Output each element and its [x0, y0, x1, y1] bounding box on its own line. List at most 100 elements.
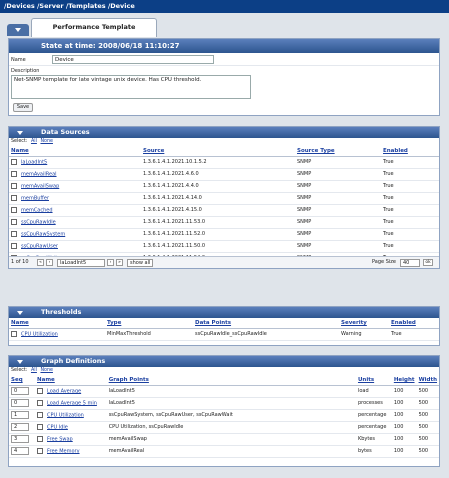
save-button[interactable]: Save: [13, 103, 33, 112]
row-checkbox[interactable]: [11, 330, 17, 337]
datasource-link[interactable]: memBuffer: [21, 195, 49, 201]
table-row[interactable]: ssCpuRawSystem 1.3.6.1.4.1.2021.11.52.0 SN…: [9, 228, 439, 241]
description-textarea[interactable]: Net-SNMP template for late vintage unix …: [11, 75, 251, 99]
col-data-points[interactable]: Data Points: [193, 318, 339, 329]
col-enabled[interactable]: Enabled: [381, 146, 439, 157]
datasource-link[interactable]: memAvailReal: [21, 171, 57, 177]
show-all-button[interactable]: show all: [127, 259, 154, 267]
row-checkbox[interactable]: [11, 170, 17, 177]
row-checkbox[interactable]: [11, 194, 17, 201]
col-severity[interactable]: Severity: [339, 318, 389, 329]
prev-page-button[interactable]: ‹: [46, 259, 53, 266]
select-none-link[interactable]: None: [40, 368, 53, 373]
triangle-down-icon[interactable]: [17, 131, 23, 135]
graphs-header[interactable]: Graph Definitions: [9, 356, 439, 367]
col-width[interactable]: Width: [416, 375, 439, 386]
table-row[interactable]: memBuffer 1.3.6.1.4.1.2021.4.14.0 SNMP True: [9, 192, 439, 205]
row-checkbox[interactable]: [11, 242, 17, 249]
table-row[interactable]: 0 Load Average 5 min laLoadInt5 processes 10…: [9, 397, 439, 410]
triangle-down-icon[interactable]: [17, 311, 23, 315]
table-row[interactable]: memCached 1.3.6.1.4.1.2021.4.15.0 SNMP True: [9, 204, 439, 217]
tab-menu-button[interactable]: [7, 24, 29, 36]
row-checkbox[interactable]: [37, 411, 43, 418]
col-source[interactable]: Source: [141, 146, 295, 157]
col-seq[interactable]: Seq: [9, 375, 35, 386]
page-size-ok-button[interactable]: ok: [423, 259, 433, 266]
first-page-button[interactable]: «: [37, 259, 44, 266]
select-all-link[interactable]: All: [31, 139, 37, 144]
table-row[interactable]: ssCpuRawUser 1.3.6.1.4.1.2021.11.50.0 SNMP…: [9, 240, 439, 253]
pager-count: 1 of 10: [11, 259, 29, 265]
source-cell: 1.3.6.1.4.1.2021.10.1.5.2: [141, 156, 295, 169]
table-row[interactable]: memAvailSwap 1.3.6.1.4.1.2021.4.4.0 SNMP Tr…: [9, 180, 439, 193]
table-row[interactable]: CPU Utilization MinMaxThreshold ssCpuRawId…: [9, 328, 439, 341]
col-graph-points[interactable]: Graph Points: [106, 375, 356, 386]
graph-link[interactable]: Load Average 5 min: [47, 400, 97, 406]
height-cell: 100: [391, 409, 417, 422]
table-row[interactable]: 0 Load Average laLoadInt5 load 100 500: [9, 385, 439, 398]
row-checkbox[interactable]: [11, 182, 17, 189]
sequence-input[interactable]: 3: [11, 435, 29, 443]
table-row[interactable]: 3 Free Swap memAvailSwap Kbytes 100 500: [9, 433, 439, 446]
graph-link[interactable]: CPU Utilization: [47, 412, 84, 418]
col-name[interactable]: Name: [9, 318, 105, 329]
next-page-button[interactable]: ›: [107, 259, 114, 266]
datasource-link[interactable]: memAvailSwap: [21, 183, 59, 189]
height-cell: 100: [391, 445, 417, 458]
source-type-cell: SNMP: [295, 192, 381, 205]
datasource-select[interactable]: laLoadInt5: [57, 259, 105, 267]
datasource-link[interactable]: memCached: [21, 207, 53, 213]
table-row[interactable]: 4 Free Memory memAvailReal bytes 100 500: [9, 445, 439, 458]
height-cell: 100: [391, 433, 417, 446]
row-checkbox[interactable]: [11, 230, 17, 237]
col-enabled[interactable]: Enabled: [389, 318, 439, 329]
row-checkbox[interactable]: [11, 218, 17, 225]
page-size-input[interactable]: 40: [400, 259, 420, 267]
sequence-input[interactable]: 0: [11, 387, 29, 395]
seq-cell: 1: [9, 409, 35, 422]
width-cell: 500: [416, 421, 439, 434]
table-row[interactable]: 2 CPU Idle CPU Utilization, ssCpuRawIdle pe…: [9, 421, 439, 434]
col-units[interactable]: Units: [355, 375, 392, 386]
name-input[interactable]: Device: [52, 55, 214, 64]
row-checkbox[interactable]: [37, 447, 43, 454]
select-none-link[interactable]: None: [40, 139, 53, 144]
col-height[interactable]: Height: [391, 375, 417, 386]
datasources-header[interactable]: Data Sources: [9, 127, 439, 138]
col-name[interactable]: Name: [35, 375, 107, 386]
row-checkbox[interactable]: [37, 423, 43, 430]
datasource-link[interactable]: ssCpuRawUser: [21, 243, 58, 249]
row-checkbox[interactable]: [37, 435, 43, 442]
col-source-type[interactable]: Source Type: [295, 146, 381, 157]
thresholds-table: Name Type Data Points Severity Enabled C…: [9, 318, 439, 341]
col-name[interactable]: Name: [9, 146, 141, 157]
graph-link[interactable]: Free Swap: [47, 436, 73, 442]
width-cell: 500: [416, 385, 439, 398]
datasource-link[interactable]: ssCpuRawIdle: [21, 219, 56, 225]
table-row[interactable]: 1 CPU Utilization ssCpuRawSystem, ssCpuRaw…: [9, 409, 439, 422]
select-all-link[interactable]: All: [31, 368, 37, 373]
threshold-link[interactable]: CPU Utilization: [21, 331, 58, 337]
col-type[interactable]: Type: [105, 318, 193, 329]
datasource-link[interactable]: ssCpuRawSystem: [21, 231, 65, 237]
sequence-input[interactable]: 1: [11, 411, 29, 419]
row-checkbox[interactable]: [11, 206, 17, 213]
sequence-input[interactable]: 2: [11, 423, 29, 431]
graph-link[interactable]: Free Memory: [47, 448, 80, 454]
thresholds-header[interactable]: Thresholds: [9, 307, 439, 318]
graph-link[interactable]: CPU Idle: [47, 424, 68, 430]
sequence-input[interactable]: 4: [11, 447, 29, 455]
triangle-down-icon[interactable]: [17, 360, 23, 364]
last-page-button[interactable]: »: [116, 259, 123, 266]
row-checkbox[interactable]: [37, 387, 43, 394]
row-checkbox[interactable]: [37, 399, 43, 406]
datasource-link[interactable]: laLoadInt5: [21, 159, 47, 165]
row-checkbox[interactable]: [11, 158, 17, 165]
table-row[interactable]: laLoadInt5 1.3.6.1.4.1.2021.10.1.5.2 SNMP T…: [9, 156, 439, 169]
table-row[interactable]: memAvailReal 1.3.6.1.4.1.2021.4.6.0 SNMP Tr…: [9, 168, 439, 181]
tab-performance-template[interactable]: Performance Template: [31, 18, 157, 37]
description-label: Description: [11, 68, 40, 74]
graph-link[interactable]: Load Average: [47, 388, 81, 394]
table-row[interactable]: ssCpuRawIdle 1.3.6.1.4.1.2021.11.53.0 SNMP…: [9, 216, 439, 229]
sequence-input[interactable]: 0: [11, 399, 29, 407]
